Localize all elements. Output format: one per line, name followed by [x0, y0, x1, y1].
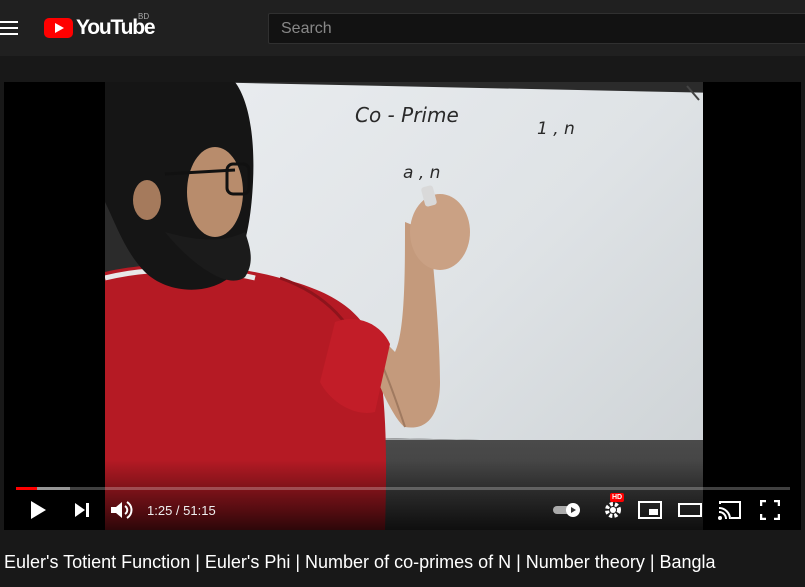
next-button[interactable] [70, 496, 94, 524]
youtube-logo[interactable]: YouTube BD [44, 12, 164, 40]
hd-badge: HD [610, 493, 625, 502]
youtube-play-badge-icon [44, 18, 73, 38]
settings-button[interactable]: HD [600, 493, 626, 524]
time-display: 1:25 / 51:15 [147, 503, 216, 518]
masthead: YouTube BD [0, 0, 805, 56]
time-separator: / [172, 503, 184, 518]
settings-icon [605, 502, 621, 518]
mute-button[interactable] [108, 496, 134, 524]
video-title: Euler's Totient Function | Euler's Phi |… [4, 552, 716, 572]
autoplay-toggle[interactable] [552, 496, 584, 524]
country-code: BD [138, 12, 150, 21]
cast-button[interactable] [716, 496, 744, 524]
play-icon [31, 501, 46, 519]
cast-icon [718, 501, 741, 520]
volume-icon [111, 501, 133, 519]
fullscreen-button[interactable] [758, 496, 782, 524]
search-input[interactable] [269, 14, 805, 43]
duration: 51:15 [183, 503, 216, 518]
video-player[interactable]: Co - Prime 1 , n a , n 1:25 / 51:15 HD [4, 82, 801, 530]
theater-mode-button[interactable] [677, 496, 703, 524]
progress-played [16, 487, 38, 490]
miniplayer-icon [638, 501, 662, 519]
miniplayer-button[interactable] [637, 496, 663, 524]
autoplay-toggle-icon [553, 503, 580, 517]
fullscreen-icon [760, 500, 780, 520]
next-icon [75, 503, 89, 517]
current-time: 1:25 [147, 503, 173, 518]
theater-icon [678, 503, 702, 517]
progress-bar[interactable] [16, 487, 790, 490]
menu-icon[interactable] [0, 18, 20, 38]
play-button[interactable] [26, 496, 50, 524]
search-box[interactable] [268, 13, 805, 44]
